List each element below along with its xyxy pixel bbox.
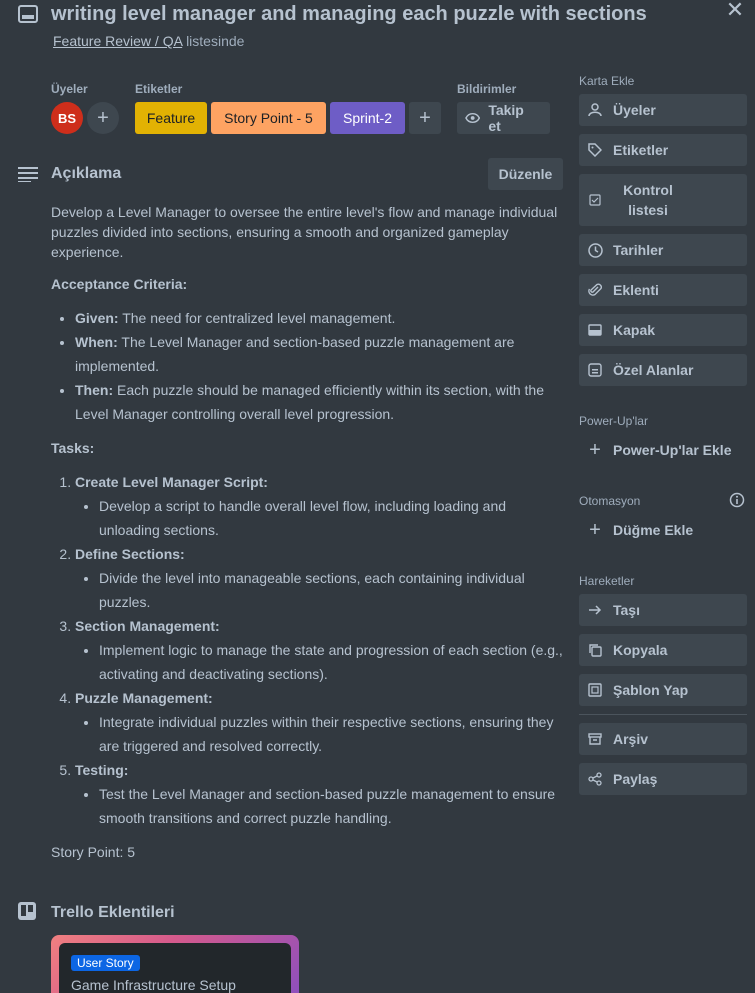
- powerups-heading: Trello Eklentileri: [51, 904, 175, 921]
- sidebar-item-custom-fields[interactable]: Özel Alanlar: [579, 354, 747, 386]
- list-link[interactable]: Feature Review / QA: [53, 33, 182, 49]
- add-label-button[interactable]: +: [409, 102, 441, 134]
- card-title[interactable]: writing level manager and managing each …: [51, 3, 647, 26]
- share-button[interactable]: Paylaş: [579, 763, 747, 795]
- list-item: Define Sections: Divide the level into m…: [75, 542, 563, 614]
- archive-icon: [587, 731, 603, 747]
- powerups-sidebar-heading: Power-Up'lar: [579, 414, 648, 428]
- cover-icon: [587, 322, 603, 338]
- story-point-text: Story Point: 5: [51, 844, 136, 860]
- tasks-list: Create Level Manager Script: Develop a s…: [51, 470, 563, 830]
- sidebar-item-dates[interactable]: Tarihler: [579, 234, 747, 266]
- list-item: Section Management: Implement logic to m…: [75, 614, 563, 686]
- label-feature[interactable]: Feature: [135, 102, 207, 134]
- list-item: Test the Level Manager and section-based…: [99, 782, 563, 830]
- label-story-point[interactable]: Story Point - 5: [211, 102, 326, 134]
- actions-heading: Hareketler: [579, 574, 635, 588]
- list-item: Implement logic to manage the state and …: [99, 638, 563, 686]
- move-button[interactable]: Taşı: [579, 594, 747, 626]
- members-label: Üyeler: [51, 82, 88, 96]
- automation-heading: Otomasyon: [579, 494, 641, 508]
- plus-icon: +: [589, 518, 601, 541]
- list-item: When: The Level Manager and section-base…: [75, 330, 563, 378]
- add-to-card-heading: Karta Ekle: [579, 74, 635, 88]
- plus-icon: +: [97, 106, 109, 129]
- description-body[interactable]: Develop a Level Manager to oversee the e…: [51, 202, 563, 874]
- close-icon[interactable]: ✕: [725, 0, 745, 21]
- list-item: Testing: Test the Level Manager and sect…: [75, 758, 563, 830]
- list-item: Then: Each puzzle should be managed effi…: [75, 378, 563, 426]
- info-icon[interactable]: [729, 492, 745, 508]
- sidebar-item-checklist[interactable]: Kontrol listesi: [579, 174, 747, 226]
- list-item: Given: The need for centralized level ma…: [75, 306, 563, 330]
- add-member-button[interactable]: +: [87, 102, 119, 134]
- sidebar-item-members[interactable]: Üyeler: [579, 94, 747, 126]
- list-item: Puzzle Management: Integrate individual …: [75, 686, 563, 758]
- sidebar-item-labels[interactable]: Etiketler: [579, 134, 747, 166]
- share-icon: [587, 771, 603, 787]
- watch-label: Takip et: [488, 102, 524, 134]
- list-item: Integrate individual puzzles within thei…: [99, 710, 563, 758]
- divider: [579, 714, 747, 715]
- list-item: Develop a script to handle overall level…: [99, 494, 563, 542]
- sidebar-item-attachment[interactable]: Eklenti: [579, 274, 747, 306]
- add-powerups-button[interactable]: + Power-Up'lar Ekle: [579, 434, 747, 466]
- list-item: Create Level Manager Script: Develop a s…: [75, 470, 563, 542]
- copy-button[interactable]: Kopyala: [579, 634, 747, 666]
- archive-button[interactable]: Arşiv: [579, 723, 747, 755]
- card-icon: [18, 5, 38, 23]
- labels-label: Etiketler: [135, 82, 183, 96]
- sidebar-item-cover[interactable]: Kapak: [579, 314, 747, 346]
- notifications-label: Bildirimler: [457, 82, 517, 96]
- paperclip-icon: [587, 282, 603, 298]
- tag-icon: [587, 142, 603, 158]
- template-icon: [587, 682, 603, 698]
- list-item: Divide the level into manageable section…: [99, 566, 563, 614]
- edit-description-button[interactable]: Düzenle: [488, 158, 563, 190]
- linked-card[interactable]: User Story Game Infrastructure Setup: [51, 935, 299, 993]
- description-heading: Açıklama: [51, 165, 122, 182]
- list-location: Feature Review / QA listesinde: [53, 33, 244, 49]
- avatar[interactable]: BS: [51, 102, 83, 134]
- linked-card-title: Game Infrastructure Setup: [71, 977, 236, 993]
- tasks-heading: Tasks:: [51, 440, 95, 456]
- eye-icon: [465, 112, 481, 124]
- label-sprint[interactable]: Sprint-2: [330, 102, 405, 134]
- description-intro: Develop a Level Manager to oversee the e…: [51, 204, 558, 260]
- trello-icon: [18, 902, 36, 920]
- list-suffix: listesinde: [186, 33, 245, 49]
- arrow-right-icon: [587, 602, 603, 618]
- make-template-button[interactable]: Şablon Yap: [579, 674, 747, 706]
- plus-icon: +: [419, 106, 431, 129]
- plus-icon: +: [589, 438, 601, 461]
- clock-icon: [587, 242, 603, 258]
- add-button-button[interactable]: + Düğme Ekle: [579, 514, 747, 546]
- watch-button[interactable]: Takip et: [457, 102, 550, 134]
- person-icon: [587, 102, 603, 118]
- status-badge: User Story: [71, 955, 140, 971]
- copy-icon: [587, 642, 603, 658]
- custom-fields-icon: [587, 362, 603, 378]
- criteria-list: Given: The need for centralized level ma…: [51, 306, 563, 426]
- acceptance-heading: Acceptance Criteria:: [51, 276, 188, 292]
- description-icon: [18, 167, 38, 182]
- checklist-icon: [587, 192, 603, 208]
